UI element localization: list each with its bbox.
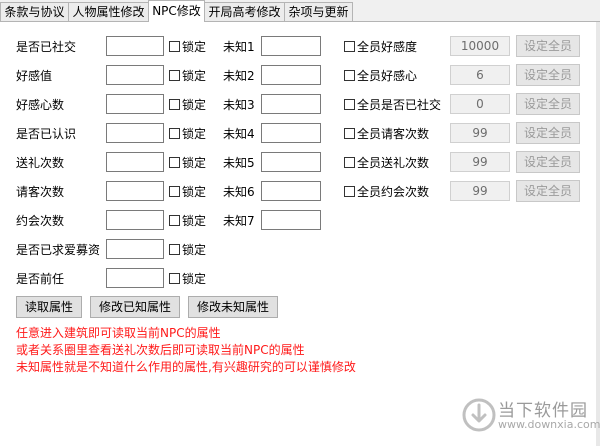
lock-checkbox-hearts[interactable] xyxy=(169,99,180,110)
watermark-logo-icon xyxy=(462,398,496,432)
field-label-acquainted: 是否已认识 xyxy=(16,127,77,141)
field-input-acquainted[interactable] xyxy=(106,123,164,143)
all-label-socialized: 全员是否已社交 xyxy=(357,98,442,112)
tab-terms[interactable]: 条款与协议 xyxy=(0,2,69,21)
note-line-2: 或者关系圈里查看送礼次数后即可读取当前NPC的属性 xyxy=(16,343,305,357)
tab-exam-start[interactable]: 开局高考修改 xyxy=(204,2,285,21)
lock-label: 锁定 xyxy=(182,69,207,83)
unknown-label-1: 未知1 xyxy=(223,40,255,54)
field-input-gifts[interactable] xyxy=(106,152,164,172)
field-label-hearts: 好感心数 xyxy=(16,98,65,112)
field-label-ex: 是否前任 xyxy=(16,272,65,286)
field-input-courted[interactable] xyxy=(106,239,164,259)
lock-checkbox-treats[interactable] xyxy=(169,186,180,197)
field-input-socialized[interactable] xyxy=(106,36,164,56)
panel-edge xyxy=(596,22,600,446)
lock-label: 锁定 xyxy=(182,98,207,112)
all-checkbox-socialized[interactable] xyxy=(344,99,355,110)
lock-checkbox-ex[interactable] xyxy=(169,273,180,284)
lock-label: 锁定 xyxy=(182,40,207,54)
all-value-affection: 10000 xyxy=(450,36,510,56)
unknown-label-3: 未知3 xyxy=(223,98,255,112)
lock-checkbox-gifts[interactable] xyxy=(169,157,180,168)
tab-npc[interactable]: NPC修改 xyxy=(148,0,205,22)
all-checkbox-affection[interactable] xyxy=(344,41,355,52)
lock-label: 锁定 xyxy=(182,127,207,141)
watermark: 当下软件园 www.downxia.com xyxy=(460,392,600,442)
unknown-input-4[interactable] xyxy=(261,123,321,143)
field-input-hearts[interactable] xyxy=(106,94,164,114)
field-input-affection[interactable] xyxy=(106,65,164,85)
unknown-input-3[interactable] xyxy=(261,94,321,114)
lock-checkbox-dates[interactable] xyxy=(169,215,180,226)
note-line-1: 任意进入建筑即可读取当前NPC的属性 xyxy=(16,326,221,340)
field-input-ex[interactable] xyxy=(106,268,164,288)
tab-misc[interactable]: 杂项与更新 xyxy=(284,2,353,21)
unknown-label-2: 未知2 xyxy=(223,69,255,83)
all-label-gifts: 全员送礼次数 xyxy=(357,156,430,170)
all-checkbox-gifts[interactable] xyxy=(344,157,355,168)
all-label-affection: 全员好感度 xyxy=(357,40,418,54)
unknown-label-7: 未知7 xyxy=(223,214,255,228)
tab-character-attributes[interactable]: 人物属性修改 xyxy=(68,2,149,21)
field-label-affection: 好感值 xyxy=(16,69,53,83)
field-label-courted: 是否已求爱募资 xyxy=(16,243,101,257)
all-value-hearts: 6 xyxy=(450,65,510,85)
field-input-treats[interactable] xyxy=(106,181,164,201)
modify-known-attributes-button[interactable]: 修改已知属性 xyxy=(90,296,180,318)
all-label-hearts: 全员好感心 xyxy=(357,69,418,83)
unknown-input-6[interactable] xyxy=(261,181,321,201)
all-label-treats: 全员请客次数 xyxy=(357,127,430,141)
set-all-hearts-button[interactable]: 设定全员 xyxy=(516,64,580,86)
field-label-socialized: 是否已社交 xyxy=(16,40,77,54)
field-label-gifts: 送礼次数 xyxy=(16,156,65,170)
all-checkbox-dates[interactable] xyxy=(344,186,355,197)
all-checkbox-treats[interactable] xyxy=(344,128,355,139)
lock-label: 锁定 xyxy=(182,185,207,199)
npc-panel xyxy=(0,22,597,446)
all-value-gifts: 99 xyxy=(450,152,510,172)
all-label-dates: 全员约会次数 xyxy=(357,185,430,199)
set-all-treats-button[interactable]: 设定全员 xyxy=(516,122,580,144)
field-label-dates: 约会次数 xyxy=(16,214,65,228)
unknown-input-7[interactable] xyxy=(261,210,321,230)
lock-label: 锁定 xyxy=(182,214,207,228)
all-value-dates: 99 xyxy=(450,181,510,201)
lock-checkbox-acquainted[interactable] xyxy=(169,128,180,139)
set-all-gifts-button[interactable]: 设定全员 xyxy=(516,151,580,173)
field-input-dates[interactable] xyxy=(106,210,164,230)
all-value-treats: 99 xyxy=(450,123,510,143)
all-checkbox-hearts[interactable] xyxy=(344,70,355,81)
lock-label: 锁定 xyxy=(182,156,207,170)
lock-label: 锁定 xyxy=(182,243,207,257)
unknown-label-4: 未知4 xyxy=(223,127,255,141)
set-all-socialized-button[interactable]: 设定全员 xyxy=(516,93,580,115)
unknown-label-5: 未知5 xyxy=(223,156,255,170)
lock-checkbox-affection[interactable] xyxy=(169,70,180,81)
unknown-input-5[interactable] xyxy=(261,152,321,172)
modify-unknown-attributes-button[interactable]: 修改未知属性 xyxy=(188,296,278,318)
unknown-input-2[interactable] xyxy=(261,65,321,85)
set-all-affection-button[interactable]: 设定全员 xyxy=(516,35,580,57)
set-all-dates-button[interactable]: 设定全员 xyxy=(516,180,580,202)
tab-bar: 条款与协议 人物属性修改 NPC修改 开局高考修改 杂项与更新 xyxy=(0,0,600,22)
lock-checkbox-socialized[interactable] xyxy=(169,41,180,52)
unknown-input-1[interactable] xyxy=(261,36,321,56)
lock-checkbox-courted[interactable] xyxy=(169,244,180,255)
read-attributes-button[interactable]: 读取属性 xyxy=(16,296,82,318)
unknown-label-6: 未知6 xyxy=(223,185,255,199)
note-line-3: 未知属性就是不知道什么作用的属性,有兴趣研究的可以谨慎修改 xyxy=(16,360,356,374)
lock-label: 锁定 xyxy=(182,272,207,286)
watermark-url: www.downxia.com xyxy=(498,418,600,431)
field-label-treats: 请客次数 xyxy=(16,185,65,199)
all-value-socialized: 0 xyxy=(450,94,510,114)
